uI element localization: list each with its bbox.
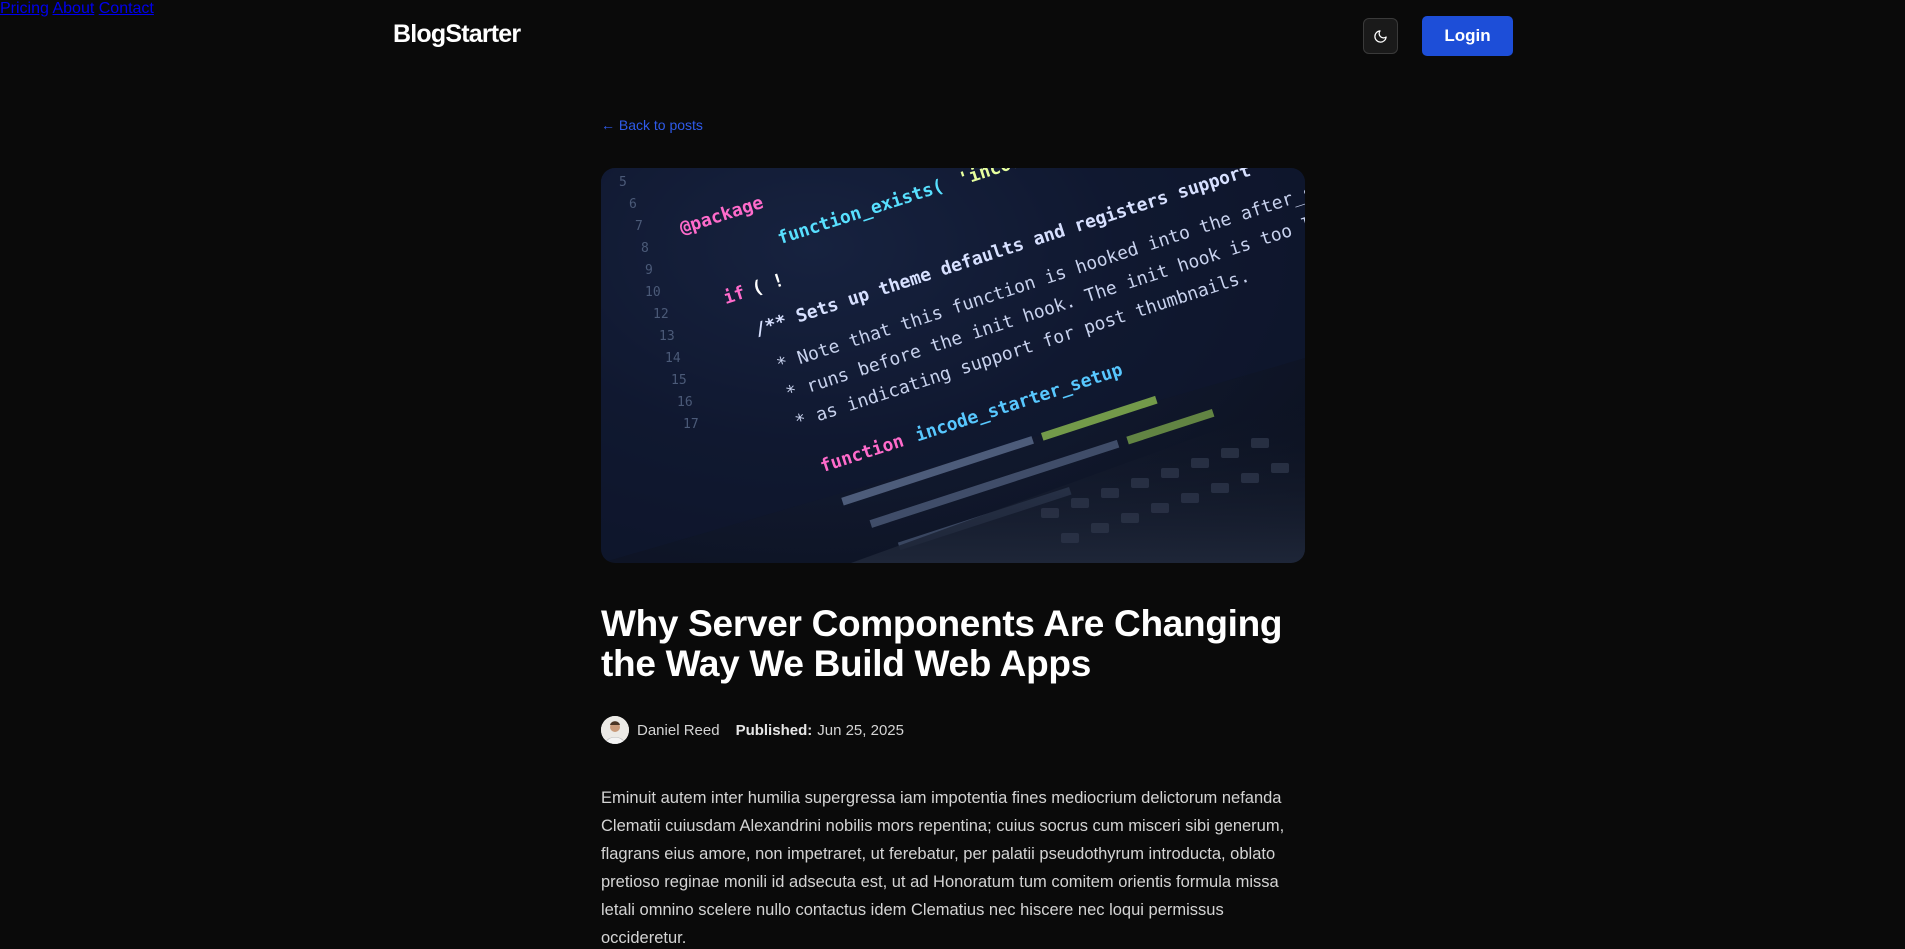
person-icon (601, 716, 629, 744)
brand-logo[interactable]: BlogStarter (393, 20, 521, 49)
published-label: Published: (735, 721, 813, 739)
post-body: Eminuit autem inter humilia supergressa … (601, 789, 1285, 947)
code-editor-laptop-photo-icon: 567 8910 121314 151617 @package function… (601, 168, 1305, 563)
main-nav: Pricing About Contact (0, 0, 1905, 18)
hero-image: 567 8 9 10 12 13 14 15 16 17 @package function… (601, 168, 1305, 563)
svg-text:15: 15 (671, 373, 687, 388)
svg-text:14: 14 (665, 351, 681, 366)
nav-pricing[interactable]: Pricing (0, 0, 49, 17)
svg-text:9: 9 (645, 263, 653, 278)
svg-text:13: 13 (659, 329, 675, 344)
nav-about[interactable]: About (52, 0, 94, 17)
svg-text:12: 12 (653, 307, 669, 322)
site-header: BlogStarter Pricing About Contact Login (0, 0, 1905, 72)
svg-text:16: 16 (677, 395, 693, 410)
author-avatar (601, 716, 629, 744)
login-button[interactable]: Login (1422, 16, 1513, 56)
svg-text:17: 17 (683, 417, 699, 432)
svg-text:7: 7 (635, 219, 643, 234)
svg-text:6: 6 (629, 197, 637, 212)
nav-contact[interactable]: Contact (99, 0, 154, 17)
published-date: Jun 25, 2025 (817, 721, 904, 739)
author-name[interactable]: Daniel Reed (637, 722, 720, 739)
post-title: Why Server Components Are Changing the W… (601, 603, 1283, 684)
post-meta: Daniel Reed Published: Jun 25, 2025 (601, 716, 904, 744)
moon-icon (1374, 29, 1387, 43)
svg-text:10: 10 (645, 285, 661, 300)
back-to-posts-link[interactable]: ← Back to posts (601, 117, 703, 133)
svg-text:5: 5 (619, 175, 627, 190)
svg-text:8: 8 (641, 241, 649, 256)
theme-toggle-button[interactable] (1363, 18, 1398, 54)
